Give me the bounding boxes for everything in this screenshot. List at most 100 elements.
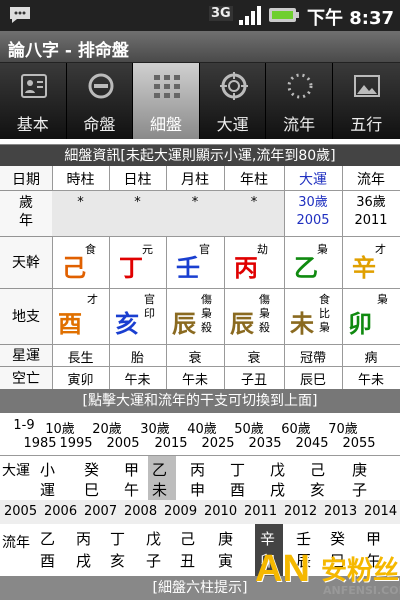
branch-note: 比 — [319, 307, 330, 320]
column-header: 年柱 — [240, 172, 268, 188]
detail-header-text: 細盤資訊[未起大運則顯示小運,流年到80歲] — [64, 148, 336, 164]
branch-note: 梟 — [319, 321, 330, 334]
tab-label: 命盤 — [83, 115, 116, 134]
dayun-bottom[interactable]: 戌 — [270, 479, 285, 500]
dayun-year: 2035 — [248, 436, 282, 451]
star-value: 衰 — [247, 351, 261, 366]
liunian-top[interactable]: 壬 — [296, 528, 311, 549]
dayun-top[interactable]: 癸 — [84, 459, 99, 480]
stem-char[interactable]: 己 — [62, 248, 86, 283]
liunian-year: 2008 — [124, 504, 158, 519]
dayun-age: 70歲 — [328, 422, 358, 437]
liunian-top[interactable]: 辛 — [260, 528, 275, 549]
dayun-year: 2015 — [154, 436, 188, 451]
liunian-bottom[interactable]: 寅 — [218, 550, 233, 571]
liunian-top[interactable]: 乙 — [40, 528, 55, 549]
dayun-top[interactable]: 丁 — [230, 459, 245, 480]
branch-char[interactable]: 卯 — [348, 304, 372, 339]
liunian-label: 流年 — [2, 535, 30, 551]
dayun-year: 2005 — [106, 436, 140, 451]
liunian-bottom[interactable]: 酉 — [40, 550, 55, 571]
liunian-year: 2006 — [44, 504, 78, 519]
empty-label: 空亡 — [12, 370, 40, 387]
age-value: 36歲 2011 — [354, 195, 388, 228]
tab-wuxing[interactable]: 五行 — [333, 63, 400, 139]
pillar-table: 日期 時柱 日柱 月柱 年柱 大運 流年歲 年 * * * * 30歲 2005 36歲 2011 天幹 己… — [0, 166, 400, 389]
dayun-top[interactable]: 庚 — [352, 459, 367, 480]
branch-char[interactable]: 辰 — [172, 304, 196, 339]
dayun-top[interactable]: 乙 — [152, 459, 167, 480]
tab-detail[interactable]: 細盤 — [133, 63, 200, 139]
liunian-year: 2014 — [364, 504, 398, 519]
status-bar: 3G 下午 8:37 — [0, 0, 400, 31]
tab-label: 細盤 — [149, 115, 182, 134]
theta-circle-icon — [88, 73, 114, 99]
liunian-bottom[interactable]: 戌 — [76, 550, 91, 571]
branch-char[interactable]: 未 — [290, 304, 314, 339]
liunian-top[interactable]: 丙 — [76, 528, 91, 549]
stem-char[interactable]: 乙 — [294, 248, 318, 283]
stem-char[interactable]: 辛 — [352, 248, 376, 283]
tab-dayun[interactable]: 大運 — [200, 63, 267, 139]
stem-note: 梟 — [317, 243, 328, 256]
liunian-bottom[interactable]: 亥 — [110, 550, 125, 571]
dayun-top[interactable]: 小 — [40, 459, 55, 480]
dayun-bottom[interactable]: 子 — [352, 479, 367, 500]
liunian-top[interactable]: 甲 — [366, 528, 381, 549]
dayun-top[interactable]: 己 — [310, 459, 325, 480]
branch-char[interactable]: 酉 — [58, 304, 82, 339]
liunian-top[interactable]: 戊 — [146, 528, 161, 549]
stem-char[interactable]: 丙 — [234, 248, 258, 283]
age-value: * — [250, 195, 258, 210]
stem-char[interactable]: 壬 — [176, 248, 200, 283]
dayun-bottom[interactable]: 未 — [152, 479, 167, 500]
dayun-bottom[interactable]: 酉 — [230, 479, 245, 500]
tab-bar: 基本 命盤 細盤 大運 流年 五行 — [0, 63, 400, 139]
liunian-year: 2012 — [284, 504, 318, 519]
empty-value: 辰巳 — [299, 373, 326, 388]
grid-line — [0, 366, 400, 367]
column-header: 日期 — [12, 172, 40, 188]
liunian-top[interactable]: 癸 — [330, 528, 345, 549]
age-label: 歲 年 — [19, 195, 33, 229]
star-value: 病 — [364, 351, 378, 366]
branch-note: 印 — [144, 307, 155, 320]
dayun-bottom[interactable]: 午 — [124, 479, 139, 500]
dayun-bottom[interactable]: 申 — [190, 479, 205, 500]
liunian-top[interactable]: 庚 — [218, 528, 233, 549]
dayun-top[interactable]: 戊 — [270, 459, 285, 480]
tab-label: 五行 — [350, 115, 383, 134]
dayun-bottom[interactable]: 巳 — [84, 479, 99, 500]
branch-char[interactable]: 亥 — [115, 304, 139, 339]
stem-label: 天幹 — [12, 255, 40, 271]
watermark-cn: 安粉丝 — [321, 556, 400, 586]
notification-icon — [8, 5, 32, 29]
liunian-years: 2005 2006 2007 2008 2009 2010 2011 2012 2013 2014 — [0, 500, 400, 524]
tab-liunian[interactable]: 流年 — [266, 63, 333, 139]
liunian-bottom[interactable]: 子 — [146, 550, 161, 571]
dayun-top[interactable]: 丙 — [190, 459, 205, 480]
dayun-top[interactable]: 甲 — [124, 459, 139, 480]
age-value: * — [191, 195, 199, 210]
tab-chart[interactable]: 命盤 — [67, 63, 134, 139]
branch-char[interactable]: 辰 — [230, 304, 254, 339]
grid-line — [0, 344, 400, 345]
column-header: 日柱 — [123, 172, 152, 188]
person-card-icon — [21, 74, 47, 98]
watermark-url: ANFENSI.COM — [323, 584, 400, 597]
stem-char[interactable]: 丁 — [119, 248, 143, 283]
dayun-bottom[interactable]: 亥 — [310, 479, 325, 500]
tab-basic[interactable]: 基本 — [0, 63, 67, 139]
liunian-top[interactable]: 己 — [180, 528, 195, 549]
liunian-bottom[interactable]: 丑 — [180, 550, 195, 571]
dayun-bottom[interactable]: 運 — [40, 479, 55, 500]
title-bar: 論八字 - 排命盤 — [0, 31, 400, 63]
liunian-top[interactable]: 丁 — [110, 528, 125, 549]
dayun-year: 2055 — [342, 436, 376, 451]
landscape-icon — [354, 75, 380, 97]
branch-note: 傷 — [259, 293, 270, 306]
detail-header: 細盤資訊[未起大運則顯示小運,流年到80歲] — [0, 144, 400, 166]
dayun-age: 20歲 — [92, 422, 122, 437]
dayun-section: 1-9 10歲 20歲 30歲 40歲 50歲 60歲 70歲 1985 1995 2005 2015… — [0, 413, 400, 500]
app-screen: 3G 下午 8:37 論八字 - 排命盤 基本 命盤 細盤 大運 流年 五行 細… — [0, 0, 400, 600]
